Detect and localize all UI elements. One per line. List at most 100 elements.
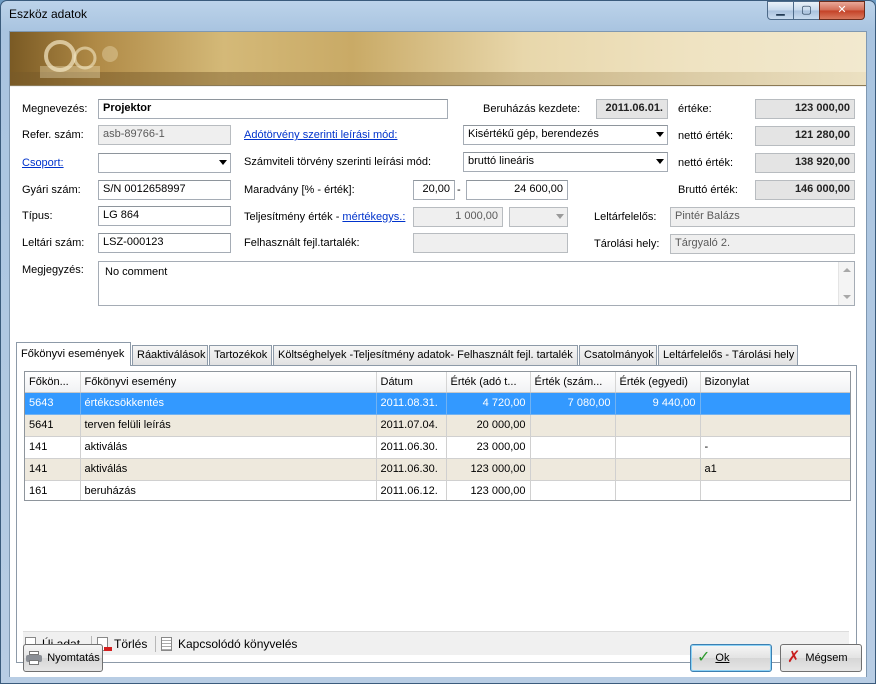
tab-cost-centers[interactable]: Költséghelyek -Teljesítmény adatok- Felh… (273, 345, 578, 365)
related-posting-button[interactable]: Kapcsolódó könyvelés (161, 635, 297, 653)
cell-accounting-value[interactable]: 7 080,00 (530, 392, 616, 415)
cell-ledger[interactable]: 5643 (25, 392, 81, 415)
cell-accounting-value[interactable] (530, 436, 616, 459)
cell-ledger[interactable]: 141 (25, 436, 81, 459)
custodian-label: Leltárfelelős: (594, 211, 657, 223)
cell-tax-value[interactable]: 23 000,00 (446, 436, 531, 459)
performance-value-field: 1 000,00 (413, 207, 503, 227)
maximize-icon: ▢ (801, 4, 812, 16)
scroll-down-icon[interactable] (843, 295, 851, 299)
investment-start-label: Beruházás kezdete: (483, 103, 581, 115)
tab-reactivations[interactable]: Ráaktiválások (132, 345, 208, 365)
table-row[interactable]: 5643 értékcsökkentés 2011.08.31. 4 720,0… (25, 392, 850, 415)
group-link[interactable]: Csoport: (22, 157, 64, 169)
print-button[interactable]: Nyomtatás (23, 644, 103, 672)
col-header-accounting-value[interactable]: Érték (szám... (530, 372, 616, 393)
cell-event[interactable]: aktiválás (80, 436, 377, 459)
minimize-button[interactable]: ▁ (767, 1, 794, 20)
tax-depreciation-combo[interactable]: Kisértékű gép, berendezés (463, 125, 668, 145)
cell-document[interactable]: - (700, 436, 850, 459)
delete-button[interactable]: Törlés (97, 635, 147, 653)
cell-accounting-value[interactable] (530, 458, 616, 481)
serial-field[interactable]: S/N 0012658997 (98, 180, 231, 200)
table-row[interactable]: 141 aktiválás 2011.06.30. 23 000,00 - (25, 436, 850, 459)
dialog-window: Eszköz adatok ▁ ▢ ✕ Megnevezés: Projekto… (0, 0, 876, 684)
investment-start-field[interactable]: 2011.06.01. (596, 99, 668, 119)
dialog-client: Megnevezés: Projektor Refer. szám: asb-8… (9, 31, 867, 677)
tab-accessories[interactable]: Tartozékok (209, 345, 272, 365)
cell-event[interactable]: terven felüli leírás (80, 414, 377, 437)
cell-date[interactable]: 2011.07.04. (376, 414, 447, 437)
table-row[interactable]: 5641 terven felüli leírás 2011.07.04. 20… (25, 414, 850, 437)
title-bar[interactable]: Eszköz adatok ▁ ▢ ✕ (1, 1, 875, 31)
unit-link[interactable]: mértékegys.: (342, 211, 405, 223)
scroll-up-icon[interactable] (843, 268, 851, 272)
tab-attachments[interactable]: Csatolmányok (579, 345, 657, 365)
name-field[interactable]: Projektor (98, 99, 448, 119)
cell-ledger[interactable]: 141 (25, 458, 81, 481)
cell-custom-value[interactable] (615, 480, 701, 500)
cell-ledger[interactable]: 5641 (25, 414, 81, 437)
table-row[interactable]: 141 aktiválás 2011.06.30. 123 000,00 a1 (25, 458, 850, 481)
col-header-tax-value[interactable]: Érték (adó t... (446, 372, 531, 393)
col-header-date[interactable]: Dátum (376, 372, 447, 393)
type-field[interactable]: LG 864 (98, 206, 231, 226)
cell-document[interactable] (700, 414, 850, 437)
cell-accounting-value[interactable] (530, 480, 616, 500)
residual-percent-field[interactable]: 20,00 (413, 180, 455, 200)
grid-header-row: Főkön... Főkönyvi esemény Dátum Érték (a… (25, 372, 850, 393)
cell-event[interactable]: beruházás (80, 480, 377, 500)
ledger-table: Főkön... Főkönyvi esemény Dátum Érték (a… (25, 372, 850, 500)
cell-document[interactable]: a1 (700, 458, 850, 481)
col-header-custom-value[interactable]: Érték (egyedi) (615, 372, 701, 393)
group-combo[interactable] (98, 153, 231, 173)
cell-event[interactable]: értékcsökkentés (80, 392, 377, 415)
cell-tax-value[interactable]: 123 000,00 (446, 458, 531, 481)
ok-button[interactable]: ✓ Ok (690, 644, 772, 672)
residual-value-field[interactable]: 24 600,00 (466, 180, 568, 200)
comment-label: Megjegyzés: (22, 264, 84, 276)
cell-custom-value[interactable] (615, 458, 701, 481)
ledger-events-grid[interactable]: Főkön... Főkönyvi esemény Dátum Érték (a… (24, 371, 851, 501)
cell-date[interactable]: 2011.06.12. (376, 480, 447, 500)
accounting-depreciation-combo[interactable]: bruttó lineáris (463, 152, 668, 172)
col-header-document[interactable]: Bizonylat (700, 372, 850, 393)
maximize-button[interactable]: ▢ (793, 1, 820, 20)
residual-label: Maradvány [% - érték]: (244, 184, 355, 196)
residual-dash: - (457, 184, 461, 196)
cell-date[interactable]: 2011.06.30. (376, 458, 447, 481)
cell-custom-value[interactable] (615, 414, 701, 437)
cell-custom-value[interactable]: 9 440,00 (615, 392, 701, 415)
net-value-label-2: nettó érték: (678, 157, 734, 169)
cell-ledger[interactable]: 161 (25, 480, 81, 500)
cell-custom-value[interactable] (615, 436, 701, 459)
cell-tax-value[interactable]: 123 000,00 (446, 480, 531, 500)
tab-custodian-location[interactable]: Leltárfelelős - Tárolási hely (658, 345, 798, 365)
cell-date[interactable]: 2011.06.30. (376, 436, 447, 459)
delete-label: Törlés (114, 637, 148, 651)
gross-value-field: 146 000,00 (755, 180, 855, 200)
cell-tax-value[interactable]: 4 720,00 (446, 392, 531, 415)
ref-number-field[interactable]: asb-89766-1 (98, 125, 231, 145)
cell-event[interactable]: aktiválás (80, 458, 377, 481)
tax-depreciation-link[interactable]: Adótörvény szerinti leírási mód: (244, 129, 397, 141)
ref-number-label: Refer. szám: (22, 129, 84, 141)
cell-accounting-value[interactable] (530, 414, 616, 437)
comment-field[interactable]: No comment (98, 261, 855, 306)
value-label: értéke: (678, 103, 712, 115)
col-header-ledger[interactable]: Főkön... (25, 372, 81, 393)
comment-scrollbar[interactable] (838, 262, 854, 305)
cancel-button[interactable]: ✗ Mégsem (780, 644, 862, 672)
close-button[interactable]: ✕ (819, 1, 865, 20)
cell-document[interactable] (700, 392, 850, 415)
banner-logo-icon (40, 40, 118, 78)
col-header-event[interactable]: Főkönyvi esemény (80, 372, 377, 393)
inventory-number-field[interactable]: LSZ-000123 (98, 233, 231, 253)
cell-tax-value[interactable]: 20 000,00 (446, 414, 531, 437)
print-label: Nyomtatás (47, 652, 100, 664)
tab-ledger-events[interactable]: Főkönyvi események (16, 342, 131, 366)
table-row[interactable]: 161 beruházás 2011.06.12. 123 000,00 (25, 480, 850, 500)
serial-label: Gyári szám: (22, 184, 81, 196)
cell-date[interactable]: 2011.08.31. (376, 392, 447, 415)
cell-document[interactable] (700, 480, 850, 500)
